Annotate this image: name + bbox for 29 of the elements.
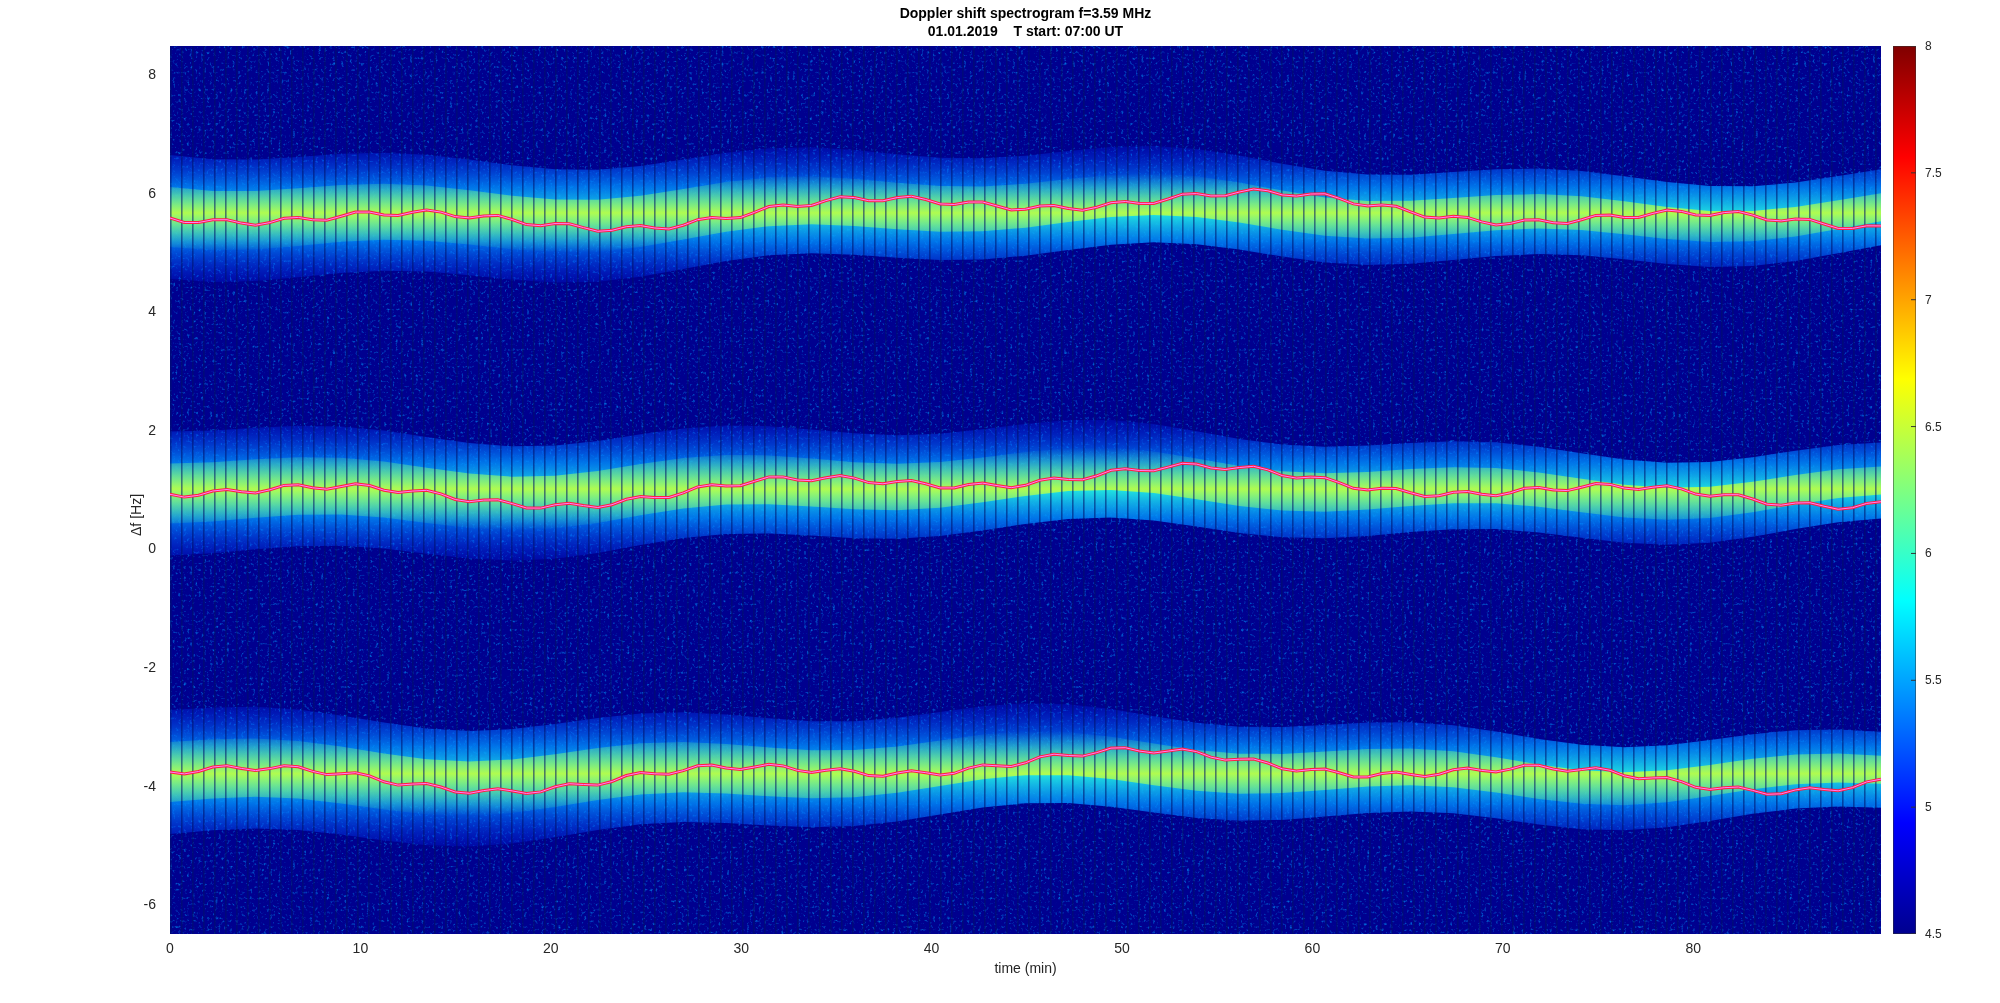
y-tick-label: -4 xyxy=(143,777,156,794)
colorbar-tick-label: 6.5 xyxy=(1925,419,1942,434)
colorbar-tick-label: 5 xyxy=(1925,800,1932,815)
y-tick-label: -6 xyxy=(143,896,156,913)
x-tick-label: 20 xyxy=(543,940,559,956)
colorbar-tick-label: 5.5 xyxy=(1925,673,1942,688)
chart-title: 01.01.2019 T start: 07:00 UT xyxy=(927,22,1124,40)
x-tick-label: 10 xyxy=(352,940,369,956)
x-tick-label: 70 xyxy=(1495,940,1511,956)
x-tick-label: 40 xyxy=(923,940,940,956)
y-axis-label: Δf [Hz] xyxy=(128,493,144,536)
x-tick-label: 50 xyxy=(1114,940,1130,956)
y-tick-label: 6 xyxy=(148,184,156,201)
y-tick-label: 2 xyxy=(148,421,156,438)
colorbar-tick-label: 6 xyxy=(1925,546,1932,561)
x-tick-label: 0 xyxy=(166,940,174,956)
x-tick-label: 30 xyxy=(733,940,749,956)
x-tick-label: 80 xyxy=(1685,940,1701,956)
y-tick-label: 0 xyxy=(148,540,156,557)
x-axis-label: time (min) xyxy=(994,960,1057,976)
chart-title: Doppler shift spectrogram f=3.59 MHz xyxy=(899,4,1152,22)
colorbar-tick-label: 7.5 xyxy=(1925,165,1942,180)
y-tick-label: 4 xyxy=(148,303,156,320)
colorbar-tick-label: 8 xyxy=(1925,39,1932,53)
y-tick-label: 8 xyxy=(148,66,156,82)
y-tick-label: -2 xyxy=(143,659,156,675)
colorbar-tick-label: 7 xyxy=(1925,292,1932,307)
colorbar-tick-label: 4.5 xyxy=(1925,927,1942,941)
x-tick-label: 60 xyxy=(1304,940,1321,956)
